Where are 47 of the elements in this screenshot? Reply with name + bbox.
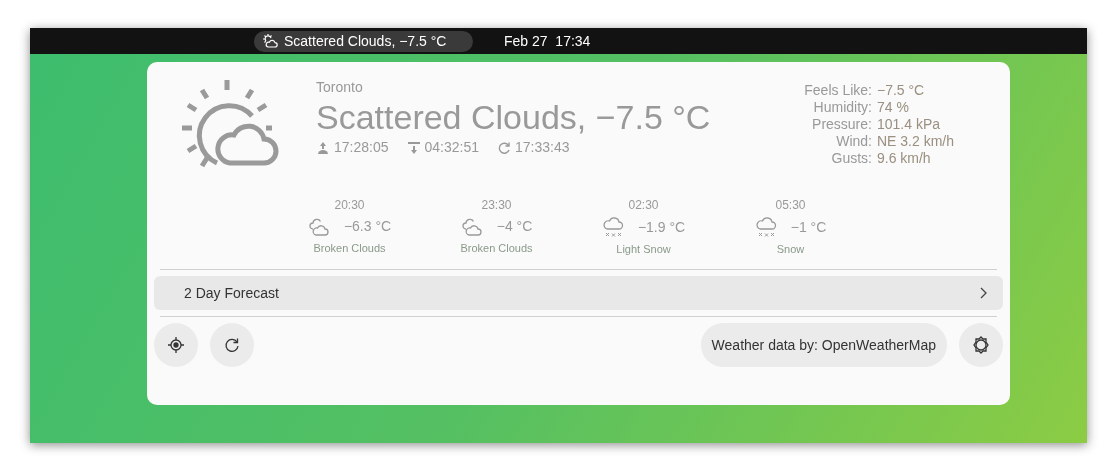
location-button[interactable] — [154, 323, 198, 367]
detail-value: 101.4 kPa — [876, 116, 942, 133]
current-conditions: Scattered Clouds, −7.5 °C — [316, 98, 711, 136]
forecast-temperature: −1.9 °C — [637, 217, 686, 237]
snow-icon — [754, 216, 777, 238]
sunset-time: 04:32:51 — [424, 138, 479, 157]
clouds-icon — [460, 216, 483, 237]
forecast-condition: Snow — [776, 242, 805, 257]
provider-button[interactable]: Weather data by: OpenWeatherMap — [700, 323, 947, 367]
forecast-time: 23:30 — [481, 197, 512, 214]
refresh-icon — [224, 337, 240, 353]
weather-indicator[interactable]: Scattered Clouds, −7.5 °C — [254, 30, 473, 52]
forecast-condition: Broken Clouds — [460, 241, 533, 256]
detail-value: NE 3.2 km/h — [876, 133, 954, 150]
detail-label: Wind: — [835, 133, 872, 150]
update-time: 17:33:43 — [515, 138, 570, 157]
detail-label: Humidity: — [812, 99, 872, 116]
refresh-button[interactable] — [210, 323, 254, 367]
detail-value: 9.6 km/h — [876, 150, 932, 167]
forecast-time: 05:30 — [775, 197, 806, 214]
clock[interactable]: Feb 27 17:34 — [504, 30, 591, 52]
indicator-text: Scattered Clouds, −7.5 °C — [284, 31, 447, 51]
chevron-right-icon — [979, 287, 987, 299]
detail-label: Feels Like: — [804, 82, 872, 99]
clouds-icon — [307, 216, 330, 237]
refresh-icon — [497, 140, 511, 155]
locate-icon — [168, 337, 184, 353]
detail-value: −7.5 °C — [876, 82, 926, 99]
forecast-condition: Broken Clouds — [313, 241, 386, 256]
sun-cloud-icon — [262, 33, 278, 49]
sunset-icon — [406, 140, 421, 155]
forecast-expander[interactable]: 2 Day Forecast — [154, 276, 1003, 310]
detail-label: Pressure: — [811, 116, 872, 133]
snow-icon — [601, 216, 624, 238]
settings-button[interactable] — [959, 323, 1003, 367]
forecast-time: 02:30 — [628, 197, 659, 214]
forecast-temperature: −4 °C — [496, 217, 533, 236]
forecast-temperature: −6.3 °C — [343, 217, 392, 236]
settings-icon — [972, 336, 990, 354]
sunrise-icon — [316, 140, 330, 155]
detail-label: Gusts: — [830, 150, 872, 167]
forecast-time: 20:30 — [334, 197, 365, 214]
detail-value: 74 % — [876, 99, 910, 116]
forecast-temperature: −1 °C — [790, 217, 827, 237]
sunrise-time: 17:28:05 — [334, 138, 389, 157]
city-name: Toronto — [316, 78, 364, 97]
forecast-condition: Light Snow — [616, 242, 671, 257]
